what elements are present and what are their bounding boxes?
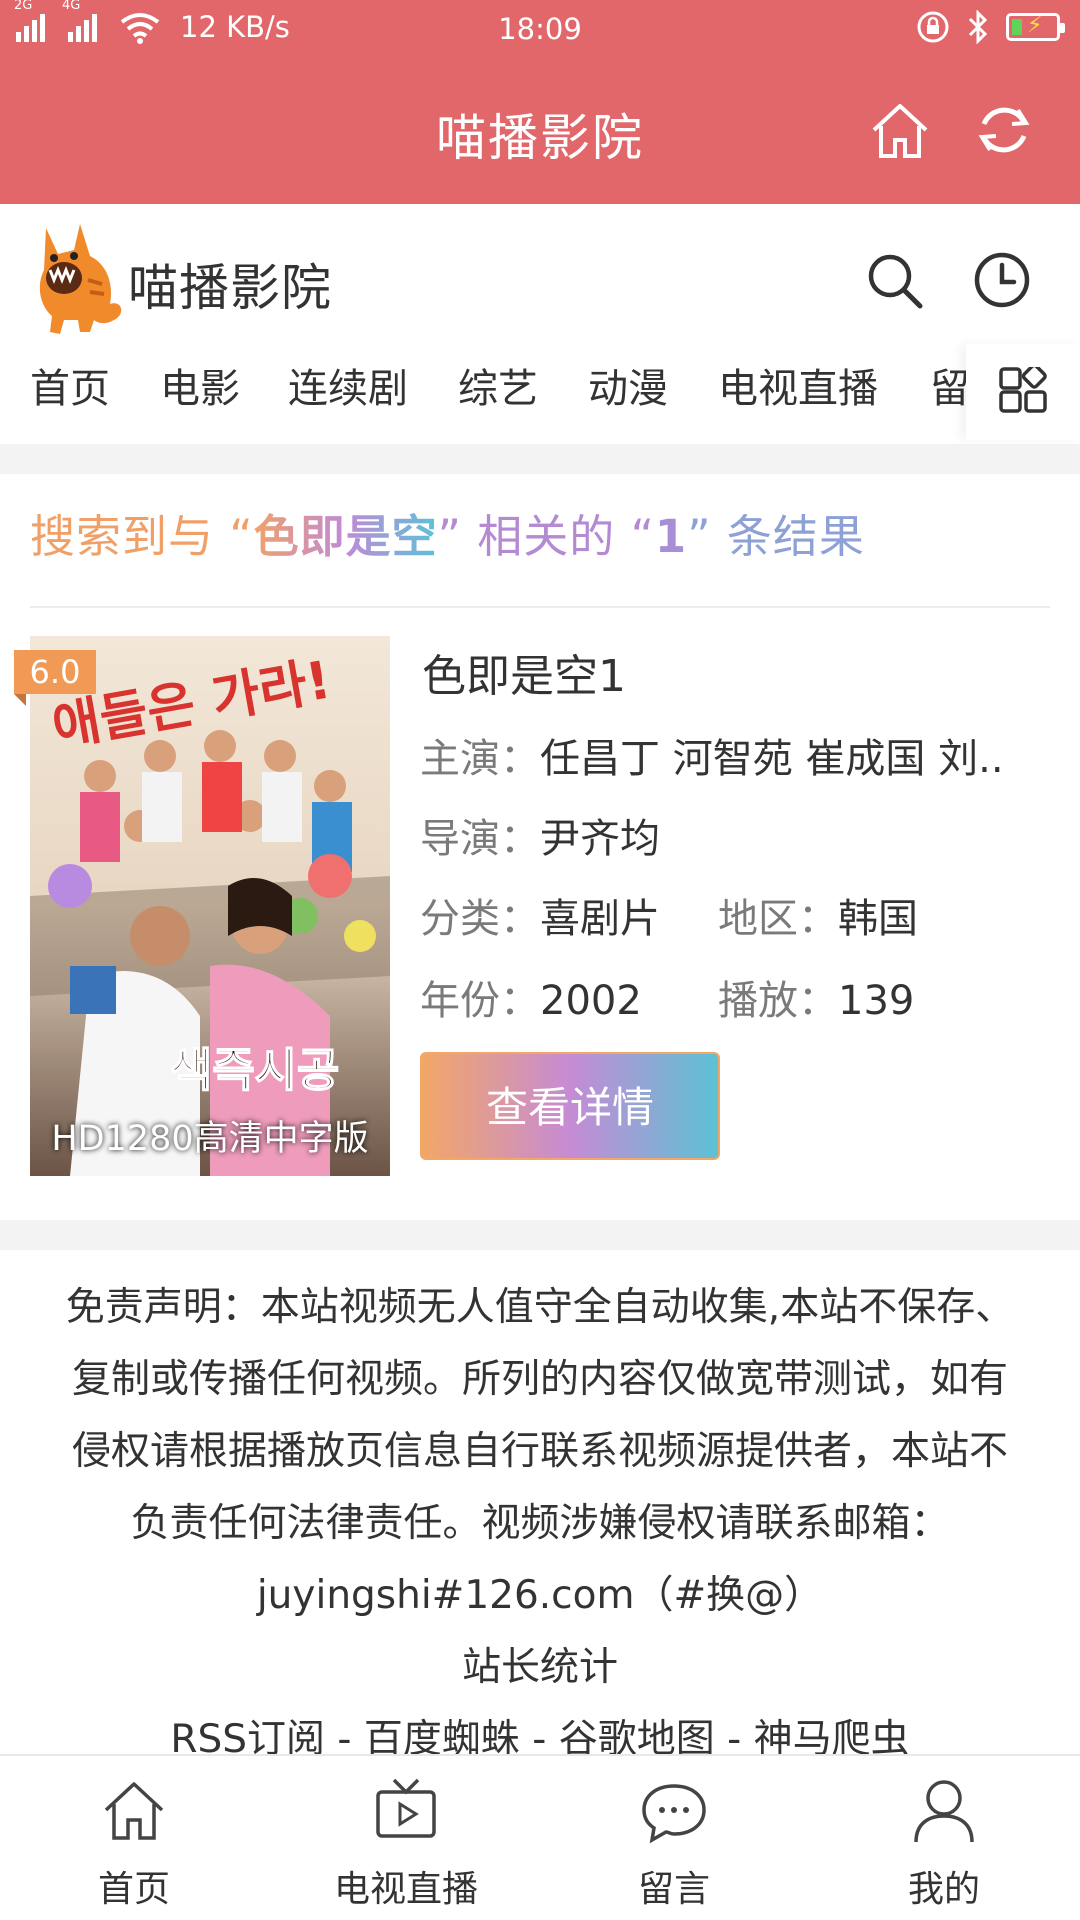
lock-rotation-icon bbox=[917, 11, 949, 43]
user-icon bbox=[914, 1780, 974, 1843]
bottom-nav-message[interactable]: 留言 bbox=[574, 1756, 774, 1920]
refresh-button[interactable] bbox=[972, 98, 1036, 162]
status-bar: 12 KB/s 2G 4G 18:09 ⚡ bbox=[0, 0, 1080, 58]
top-bar: 12 KB/s 2G 4G 18:09 ⚡ 喵播影院 bbox=[0, 0, 1080, 204]
director-label: 导演： bbox=[420, 816, 540, 862]
disclaimer-line: 负责任何法律责任。视频涉嫌侵权请联系邮箱： bbox=[130, 1501, 950, 1546]
bottom-nav-profile[interactable]: 我的 bbox=[844, 1756, 1044, 1920]
plays-value: 139 bbox=[838, 978, 915, 1024]
history-clock-icon bbox=[974, 252, 1030, 308]
plays-row: 播放：139 bbox=[718, 968, 914, 1026]
bottom-nav-live-tv[interactable]: 电视直播 bbox=[306, 1756, 506, 1920]
movie-title[interactable]: 色即是空1 bbox=[422, 640, 1052, 704]
poster-image: 애들은 가라! 색즉시공 bbox=[30, 636, 390, 1176]
result-keyword: 色即是空 bbox=[253, 510, 438, 563]
divider bbox=[30, 606, 1050, 608]
poster-quality-caption: HD1280高清中字版 bbox=[51, 1119, 369, 1159]
result-prefix: 搜索到与 bbox=[30, 510, 215, 563]
logo-text: 喵播影院 bbox=[128, 259, 332, 317]
bottom-nav-home[interactable]: 首页 bbox=[34, 1756, 234, 1920]
result-middle: 相关的 bbox=[477, 510, 616, 563]
year-label: 年份： bbox=[420, 978, 540, 1024]
plays-label: 播放： bbox=[718, 978, 838, 1024]
result-suffix: 条结果 bbox=[726, 510, 865, 563]
year-row: 年份：2002 bbox=[420, 968, 642, 1026]
refresh-icon bbox=[978, 107, 1030, 153]
genre-label: 分类： bbox=[420, 896, 540, 942]
site-logo[interactable]: 喵播影院 bbox=[34, 220, 332, 336]
category-nav: 首页 电影 连续剧 综艺 动漫 电视直播 留 bbox=[0, 344, 966, 440]
tab-home[interactable]: 首页 bbox=[30, 356, 110, 414]
region-value: 韩国 bbox=[838, 896, 918, 942]
cast-row: 主演：任昌丁 河智苑 崔成国 刘.. bbox=[420, 726, 1004, 784]
tab-message[interactable]: 留 bbox=[930, 356, 966, 414]
genre-row: 分类：喜剧片 bbox=[420, 886, 660, 944]
history-button[interactable] bbox=[972, 250, 1032, 310]
director-row: 导演：尹齐均 bbox=[420, 806, 660, 864]
bottom-nav-label: 留言 bbox=[637, 1869, 710, 1910]
movie-info: 色即是空1 bbox=[422, 640, 1052, 704]
bottom-nav-label: 电视直播 bbox=[333, 1869, 478, 1910]
cat-logo-icon bbox=[39, 224, 122, 334]
cast-label: 主演： bbox=[420, 736, 540, 782]
site-stats-link[interactable]: 站长统计 bbox=[30, 1632, 1050, 1704]
home-icon bbox=[104, 1782, 164, 1840]
disclaimer-line: 免责声明：本站视频无人值守全自动收集,本站不保存、 bbox=[65, 1285, 1015, 1330]
home-icon bbox=[872, 104, 928, 158]
search-result-summary: 搜索到与 “色即是空” 相关的 “1” 条结果 bbox=[30, 510, 865, 563]
search-button[interactable] bbox=[864, 250, 924, 310]
genre-value: 喜剧片 bbox=[540, 896, 660, 942]
svg-text:색즉시공: 색즉시공 bbox=[170, 1043, 339, 1097]
site-header: 喵播影院 bbox=[0, 204, 1080, 344]
tv-icon bbox=[376, 1778, 436, 1838]
nav-more-button[interactable] bbox=[966, 344, 1080, 440]
rating-badge: 6.0 bbox=[14, 650, 96, 706]
home-button[interactable] bbox=[868, 98, 932, 162]
tab-anime[interactable]: 动漫 bbox=[588, 356, 668, 414]
movie-poster[interactable]: 애들은 가라! 색즉시공 bbox=[30, 636, 390, 1176]
contact-email: juyingshi#126.com（#换@） bbox=[256, 1573, 824, 1618]
tab-series[interactable]: 连续剧 bbox=[288, 356, 408, 414]
cast-value: 任昌丁 河智苑 崔成国 刘.. bbox=[540, 736, 1004, 782]
disclaimer: 免责声明：本站视频无人值守全自动收集,本站不保存、 复制或传播任何视频。所列的内… bbox=[30, 1272, 1050, 1776]
disclaimer-line: 复制或传播任何视频。所列的内容仅做宽带测试，如有 bbox=[71, 1357, 1008, 1402]
status-right: ⚡ bbox=[916, 10, 1065, 44]
section-divider bbox=[0, 444, 1080, 474]
tab-movies[interactable]: 电影 bbox=[160, 356, 240, 414]
director-value: 尹齐均 bbox=[540, 816, 660, 862]
tab-variety[interactable]: 综艺 bbox=[458, 356, 538, 414]
tab-live-tv[interactable]: 电视直播 bbox=[718, 356, 878, 414]
bluetooth-icon bbox=[968, 10, 988, 44]
section-divider-2 bbox=[0, 1220, 1080, 1250]
region-label: 地区： bbox=[718, 896, 838, 942]
result-count: 1 bbox=[654, 510, 688, 563]
battery-icon: ⚡ bbox=[1006, 13, 1065, 41]
bottom-nav-label: 首页 bbox=[97, 1869, 170, 1910]
region-row: 地区：韩国 bbox=[718, 886, 918, 944]
year-value: 2002 bbox=[540, 978, 642, 1024]
disclaimer-line: 侵权请根据播放页信息自行联系视频源提供者，本站不 bbox=[71, 1429, 1008, 1474]
view-details-button[interactable]: 查看详情 bbox=[420, 1052, 720, 1160]
bottom-nav: 首页 电视直播 留言 我的 bbox=[0, 1754, 1080, 1920]
grid-apps-icon bbox=[999, 367, 1047, 413]
bottom-nav-label: 我的 bbox=[907, 1869, 980, 1910]
search-icon bbox=[868, 254, 923, 309]
chat-bubble-icon bbox=[642, 1784, 706, 1844]
